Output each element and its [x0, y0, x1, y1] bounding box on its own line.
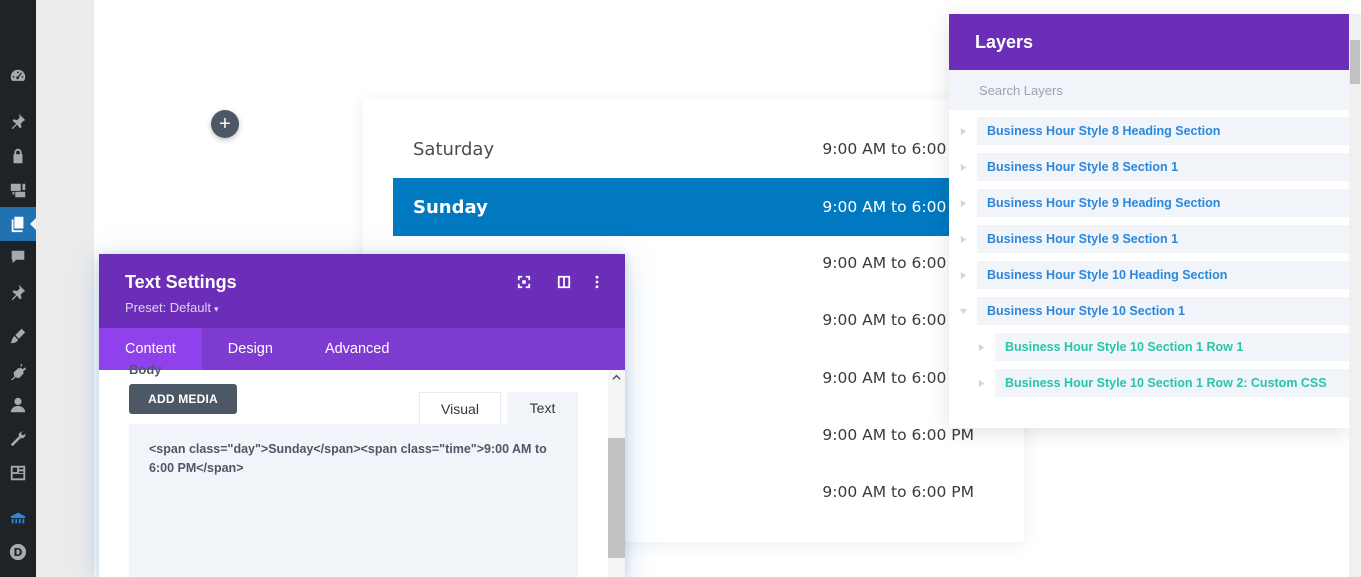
modal-header[interactable]: Text Settings Preset: Default ▾ — [99, 254, 625, 328]
dashboard-icon[interactable] — [9, 67, 27, 85]
layer-label: Business Hour Style 8 Section 1 — [987, 160, 1179, 174]
divi-logo-icon[interactable]: D — [9, 543, 27, 561]
users-icon[interactable] — [9, 396, 27, 414]
pages-icon[interactable] — [9, 215, 27, 233]
add-section-button[interactable]: + — [211, 110, 239, 138]
modal-body: Body ADD MEDIA Visual Text <span class="… — [99, 362, 625, 577]
triangle-down-icon[interactable] — [958, 297, 968, 325]
fullscreen-icon[interactable] — [516, 274, 532, 290]
layers-title: Layers — [975, 32, 1034, 52]
layer-item-section-expanded[interactable]: Business Hour Style 10 Section 1 — [977, 297, 1349, 325]
layer-item-row[interactable]: Business Hour Style 10 Section 1 Row 2: … — [995, 369, 1349, 397]
more-options-icon[interactable] — [589, 274, 605, 290]
editor-tab-text[interactable]: Text — [507, 392, 578, 424]
pin-icon[interactable] — [9, 283, 27, 301]
tools-icon[interactable] — [9, 430, 27, 448]
layer-item-section[interactable]: Business Hour Style 10 Heading Section — [977, 261, 1349, 289]
body-text-editor[interactable]: <span class="day">Sunday</span><span cla… — [129, 424, 578, 577]
pin-icon[interactable] — [9, 112, 27, 130]
tab-design[interactable]: Design — [202, 328, 299, 370]
layer-item-section[interactable]: Business Hour Style 8 Heading Section — [977, 117, 1349, 145]
svg-text:D: D — [14, 546, 23, 559]
layer-label: Business Hour Style 9 Section 1 — [987, 232, 1179, 246]
layer-label: Business Hour Style 10 Section 1 Row 2: … — [1005, 376, 1327, 390]
lock-icon[interactable] — [9, 147, 27, 165]
hours-row-active[interactable]: Sunday 9:00 AM to 6:00 PM — [393, 178, 1024, 236]
hours-day: Sunday — [413, 196, 488, 218]
layers-search-input[interactable] — [979, 82, 1319, 98]
hours-row[interactable]: Saturday 9:00 AM to 6:00 PM — [393, 120, 1024, 178]
settings-icon[interactable] — [9, 464, 27, 482]
modal-title: Text Settings — [125, 272, 237, 292]
page-scrollbar[interactable] — [1349, 14, 1361, 577]
layers-header[interactable]: Layers — [949, 14, 1349, 70]
wp-admin-sidebar: D — [0, 0, 36, 577]
brush-icon[interactable] — [9, 327, 27, 345]
hours-time: 9:00 AM to 6:00 PM — [822, 483, 974, 501]
layer-label: Business Hour Style 10 Section 1 — [987, 304, 1185, 318]
layer-label: Business Hour Style 9 Heading Section — [987, 196, 1221, 210]
layer-item-section[interactable]: Business Hour Style 8 Section 1 — [977, 153, 1349, 181]
layers-search — [949, 70, 1349, 110]
layer-item-section[interactable]: Business Hour Style 9 Heading Section — [977, 189, 1349, 217]
text-settings-modal: Text Settings Preset: Default ▾ Content D… — [99, 254, 625, 577]
layer-label: Business Hour Style 10 Heading Section — [987, 268, 1228, 282]
triangle-right-icon[interactable] — [958, 189, 968, 217]
divi-library-icon[interactable] — [9, 509, 27, 527]
triangle-right-icon[interactable] — [958, 261, 968, 289]
caret-down-icon: ▾ — [214, 304, 219, 314]
hours-time: 9:00 AM to 6:00 PM — [822, 426, 974, 444]
preset-label: Preset: Default — [125, 300, 211, 315]
hours-day: Saturday — [413, 138, 495, 160]
body-field-label: Body — [129, 362, 162, 377]
plus-icon: + — [219, 113, 231, 135]
page-scrollbar-thumb[interactable] — [1350, 40, 1360, 84]
comments-icon[interactable] — [9, 248, 27, 266]
triangle-right-icon[interactable] — [976, 333, 986, 361]
triangle-right-icon[interactable] — [958, 153, 968, 181]
preset-selector[interactable]: Preset: Default ▾ — [125, 300, 219, 315]
layer-item-section[interactable]: Business Hour Style 9 Section 1 — [977, 225, 1349, 253]
plugins-icon[interactable] — [9, 362, 27, 380]
triangle-right-icon[interactable] — [958, 225, 968, 253]
modal-scrollbar-thumb[interactable] — [608, 438, 625, 558]
layers-panel: Layers Business Hour Style 8 Heading Sec… — [949, 14, 1349, 428]
editor-tab-visual[interactable]: Visual — [419, 392, 501, 424]
layer-item-row[interactable]: Business Hour Style 10 Section 1 Row 1 — [995, 333, 1349, 361]
layer-label: Business Hour Style 10 Section 1 Row 1 — [1005, 340, 1244, 354]
scroll-up-arrow-icon[interactable] — [608, 370, 625, 384]
triangle-right-icon[interactable] — [976, 369, 986, 397]
add-media-button[interactable]: ADD MEDIA — [129, 384, 237, 414]
triangle-right-icon[interactable] — [958, 117, 968, 145]
tab-advanced[interactable]: Advanced — [299, 328, 416, 370]
modal-tabs: Content Design Advanced — [99, 328, 625, 370]
split-view-icon[interactable] — [556, 274, 572, 290]
media-icon[interactable] — [9, 181, 27, 199]
layer-label: Business Hour Style 8 Heading Section — [987, 124, 1221, 138]
